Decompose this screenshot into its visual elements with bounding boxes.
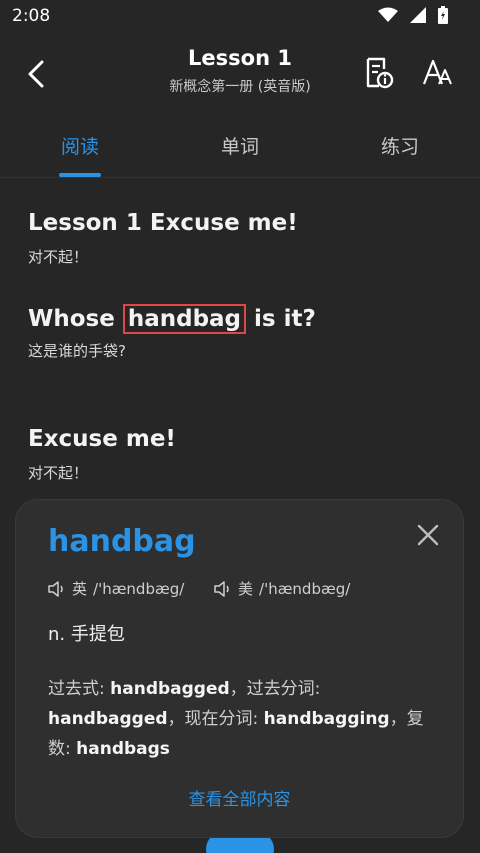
- view-all-link[interactable]: 查看全部内容: [16, 785, 463, 810]
- us-label: 美: [238, 580, 254, 598]
- word-forms: 过去式: handbagged，过去分词: handbagged，现在分词: h…: [48, 674, 438, 764]
- past-label: 过去式:: [48, 679, 105, 699]
- tab-words[interactable]: 单词: [200, 132, 280, 159]
- sentence-block: Lesson 1 Excuse me! 对不起！: [28, 210, 298, 267]
- font-size-button[interactable]: [421, 56, 455, 90]
- wifi-icon: [378, 7, 398, 22]
- close-icon: [417, 524, 439, 546]
- plural-form: handbags: [76, 739, 170, 759]
- us-phonetic: /'hændbæg/: [259, 579, 351, 598]
- us-pronunciation[interactable]: 美 /'hændbæg/: [214, 578, 350, 599]
- document-info-icon: [366, 57, 394, 89]
- battery-icon: [438, 6, 448, 24]
- dictionary-word: handbag: [48, 524, 196, 559]
- document-info-button[interactable]: [362, 56, 396, 90]
- uk-label: 英: [72, 580, 88, 598]
- page-title: Lesson 1: [188, 46, 292, 70]
- uk-pronunciation[interactable]: 英 /'hændbæg/: [48, 578, 184, 599]
- uk-phonetic: /'hændbæg/: [93, 579, 185, 598]
- dictionary-popup: handbag 英 /'hændbæg/ 美 /'hændbæg/ n. 手提包…: [16, 500, 463, 837]
- tab-indicator: [59, 173, 101, 177]
- title-block: Lesson 1 新概念第一册 (英音版): [0, 46, 480, 96]
- sentence-chinese: 对不起！: [28, 248, 89, 266]
- tab-read[interactable]: 阅读: [40, 132, 120, 159]
- status-bar: 2:08: [0, 0, 480, 34]
- sentence-block: Whose handbag is it? 这是谁的手袋?: [28, 304, 316, 361]
- tab-practice[interactable]: 练习: [360, 132, 440, 159]
- page-subtitle: 新概念第一册 (英音版): [169, 79, 311, 95]
- sentence-english[interactable]: Lesson 1 Excuse me!: [28, 210, 298, 236]
- pp-label: ，过去分词:: [229, 679, 321, 699]
- tab-bar: 阅读 单词 练习: [0, 118, 480, 178]
- definition: n. 手提包: [48, 624, 125, 645]
- sentence-english[interactable]: Excuse me!: [28, 426, 176, 452]
- sentence-english[interactable]: Whose handbag is it?: [28, 304, 316, 334]
- status-time: 2:08: [12, 6, 51, 26]
- speaker-icon: [48, 580, 63, 597]
- speaker-icon: [214, 580, 229, 597]
- sentence-text: is it?: [246, 306, 316, 332]
- signal-icon: [410, 7, 426, 23]
- close-button[interactable]: [415, 522, 441, 548]
- past-form: handbagged: [110, 679, 230, 699]
- sentence-text: Whose: [28, 306, 123, 332]
- ing-label: ，现在分词:: [167, 709, 259, 729]
- sentence-chinese: 这是谁的手袋?: [28, 342, 126, 360]
- present-participle-form: handbagging: [263, 709, 390, 729]
- status-icons: [378, 6, 448, 24]
- sentence-chinese: 对不起！: [28, 464, 89, 482]
- sentence-block: Excuse me! 对不起！: [28, 426, 176, 483]
- font-size-icon: [422, 59, 452, 85]
- past-participle-form: handbagged: [48, 709, 168, 729]
- highlighted-word[interactable]: handbag: [122, 304, 247, 334]
- app-header: Lesson 1 新概念第一册 (英音版): [0, 34, 480, 114]
